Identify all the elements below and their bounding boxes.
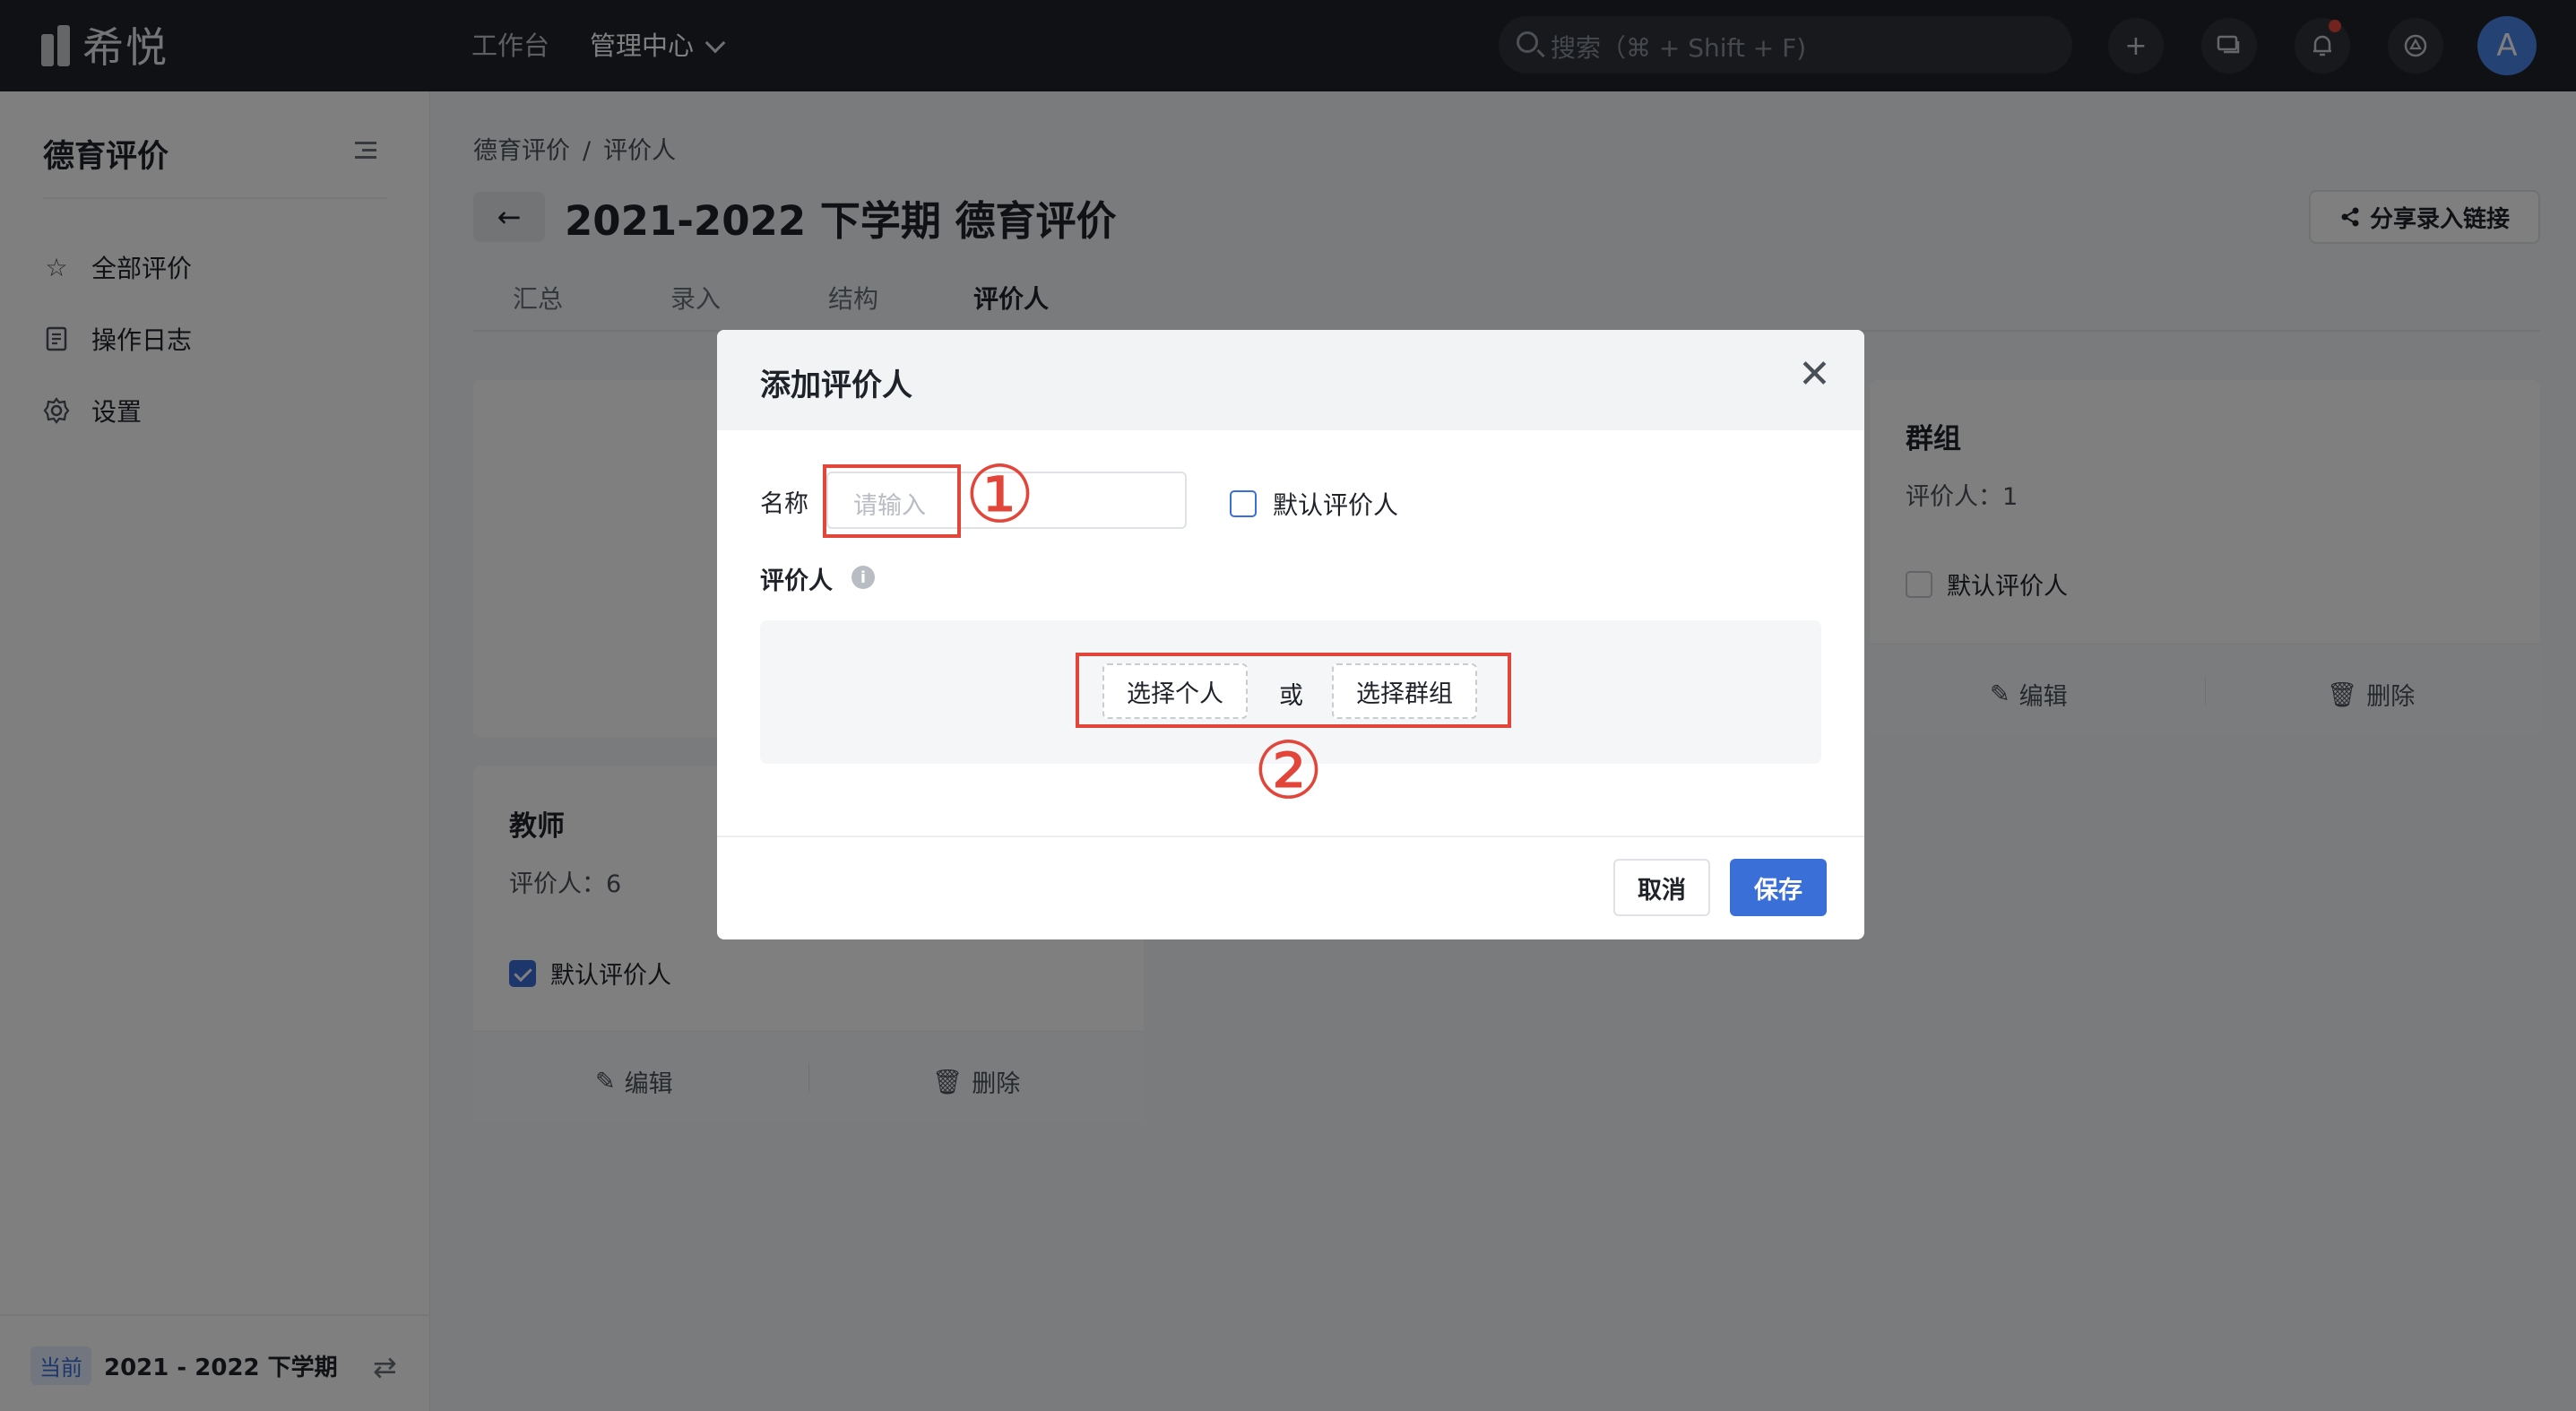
annotation-marker-1: ① — [964, 448, 1035, 541]
dialog-title: 添加评价人 — [760, 368, 912, 403]
add-evaluator-dialog: 添加评价人 ✕ 名称 请输入 ① 默认评价人 评价人 i 选择个人 或 选择群组… — [717, 330, 1864, 939]
info-icon[interactable]: i — [851, 566, 875, 589]
checkbox-icon — [1230, 490, 1257, 517]
annotation-box-2 — [1076, 653, 1511, 728]
cancel-button[interactable]: 取消 — [1613, 859, 1710, 916]
dialog-header: 添加评价人 ✕ — [717, 330, 1864, 430]
name-label: 名称 — [760, 490, 808, 518]
dialog-footer-divider — [717, 835, 1864, 837]
close-icon[interactable]: ✕ — [1798, 355, 1831, 394]
annotation-marker-2: ② — [1253, 724, 1324, 817]
evaluator-label: 评价人 — [760, 567, 833, 595]
annotation-box-1 — [823, 464, 961, 538]
checkbox-label: 默认评价人 — [1273, 490, 1399, 520]
save-button[interactable]: 保存 — [1730, 859, 1827, 916]
default-evaluator-checkbox[interactable]: 默认评价人 — [1230, 486, 1398, 522]
